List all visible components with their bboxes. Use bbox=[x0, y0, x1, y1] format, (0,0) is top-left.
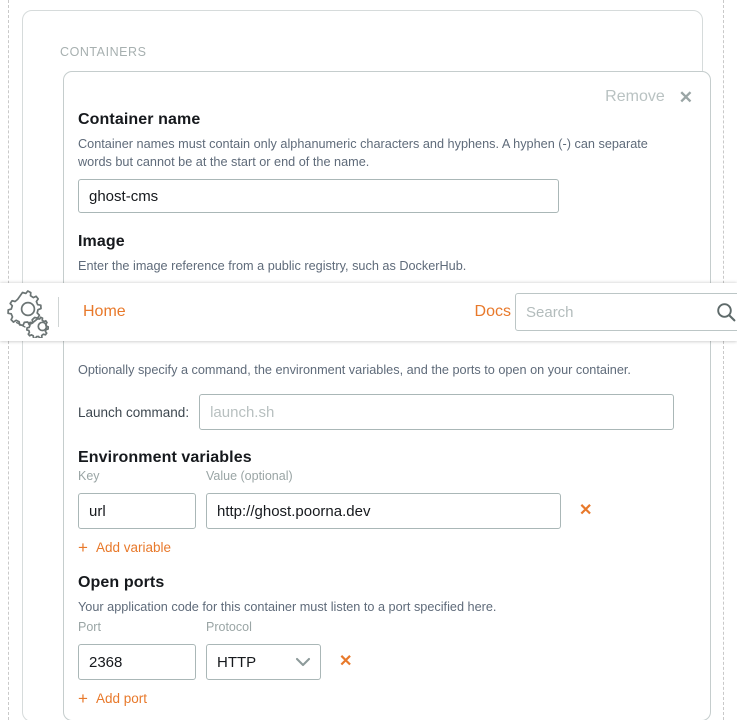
container-name-input[interactable] bbox=[78, 179, 559, 213]
image-help: Enter the image reference from a public … bbox=[78, 259, 467, 273]
env-var-value-input[interactable] bbox=[206, 493, 561, 529]
field-open-ports: Open ports Your application code for thi… bbox=[78, 574, 678, 616]
container-name-heading: Container name bbox=[78, 111, 201, 128]
env-var-key-input[interactable] bbox=[78, 493, 196, 529]
close-icon: ✕ bbox=[678, 87, 693, 107]
layout-guide-left bbox=[8, 0, 9, 720]
field-container-name: Container name Container names must cont… bbox=[78, 111, 678, 171]
remove-port-button[interactable]: ✕ bbox=[339, 654, 352, 670]
open-ports-port-column-header: Port bbox=[78, 620, 101, 634]
remove-container-label: Remove bbox=[605, 88, 665, 105]
field-settings: Optionally specify a command, the enviro… bbox=[78, 361, 698, 379]
protocol-select[interactable]: HTTP bbox=[206, 644, 321, 680]
container-name-help: Container names must contain only alphan… bbox=[78, 137, 648, 169]
nav-link-home[interactable]: Home bbox=[83, 303, 126, 321]
add-port-button[interactable]: + Add port bbox=[78, 690, 147, 707]
open-ports-help: Your application code for this container… bbox=[78, 600, 497, 614]
settings-help: Optionally specify a command, the enviro… bbox=[78, 363, 631, 377]
container-name-input-wrap bbox=[78, 179, 559, 213]
image-heading: Image bbox=[78, 233, 125, 250]
protocol-select-wrap: HTTP bbox=[206, 644, 321, 680]
launch-command-label: Launch command: bbox=[78, 404, 190, 420]
field-launch-command: Launch command: bbox=[78, 394, 675, 430]
plus-icon: + bbox=[78, 689, 88, 708]
remove-env-var-button[interactable]: ✕ bbox=[579, 503, 592, 519]
field-environment-variables: Environment variables bbox=[78, 449, 252, 467]
env-vars-value-column-header: Value (optional) bbox=[206, 469, 293, 483]
plus-icon: + bbox=[78, 538, 88, 557]
open-ports-heading: Open ports bbox=[78, 574, 165, 591]
gears-logo-icon[interactable] bbox=[2, 286, 54, 338]
containers-card: CONTAINERS Remove ✕ Container name Conta… bbox=[22, 10, 711, 720]
remove-container-button[interactable]: Remove ✕ bbox=[605, 88, 693, 106]
container-item-card: Remove ✕ Container name Container names … bbox=[63, 71, 711, 720]
search-wrap bbox=[515, 293, 737, 331]
containers-section-label: CONTAINERS bbox=[60, 45, 147, 59]
env-vars-key-column-header: Key bbox=[78, 469, 100, 483]
add-port-label: Add port bbox=[95, 691, 147, 706]
env-vars-heading: Environment variables bbox=[78, 449, 252, 466]
open-ports-protocol-column-header: Protocol bbox=[206, 620, 252, 634]
launch-command-input-wrap bbox=[199, 394, 675, 430]
navbar-divider bbox=[58, 297, 59, 327]
port-input-wrap bbox=[78, 644, 196, 680]
add-variable-label: Add variable bbox=[95, 540, 171, 555]
nav-link-docs[interactable]: Docs bbox=[475, 303, 511, 321]
add-variable-button[interactable]: + Add variable bbox=[78, 539, 171, 556]
layout-guide-right bbox=[723, 0, 724, 720]
app-root: CONTAINERS Remove ✕ Container name Conta… bbox=[0, 0, 737, 720]
env-var-key-input-wrap bbox=[78, 493, 196, 529]
env-var-row: ✕ bbox=[78, 493, 592, 529]
protocol-select-value: HTTP bbox=[217, 653, 257, 671]
search-input[interactable] bbox=[515, 293, 737, 331]
port-input[interactable] bbox=[78, 644, 196, 680]
open-port-row: HTTP ✕ bbox=[78, 644, 352, 680]
env-var-value-input-wrap bbox=[206, 493, 561, 529]
launch-command-input[interactable] bbox=[199, 394, 675, 430]
field-image: Image Enter the image reference from a p… bbox=[78, 233, 678, 275]
overlay-navbar: Home Docs bbox=[0, 283, 737, 341]
